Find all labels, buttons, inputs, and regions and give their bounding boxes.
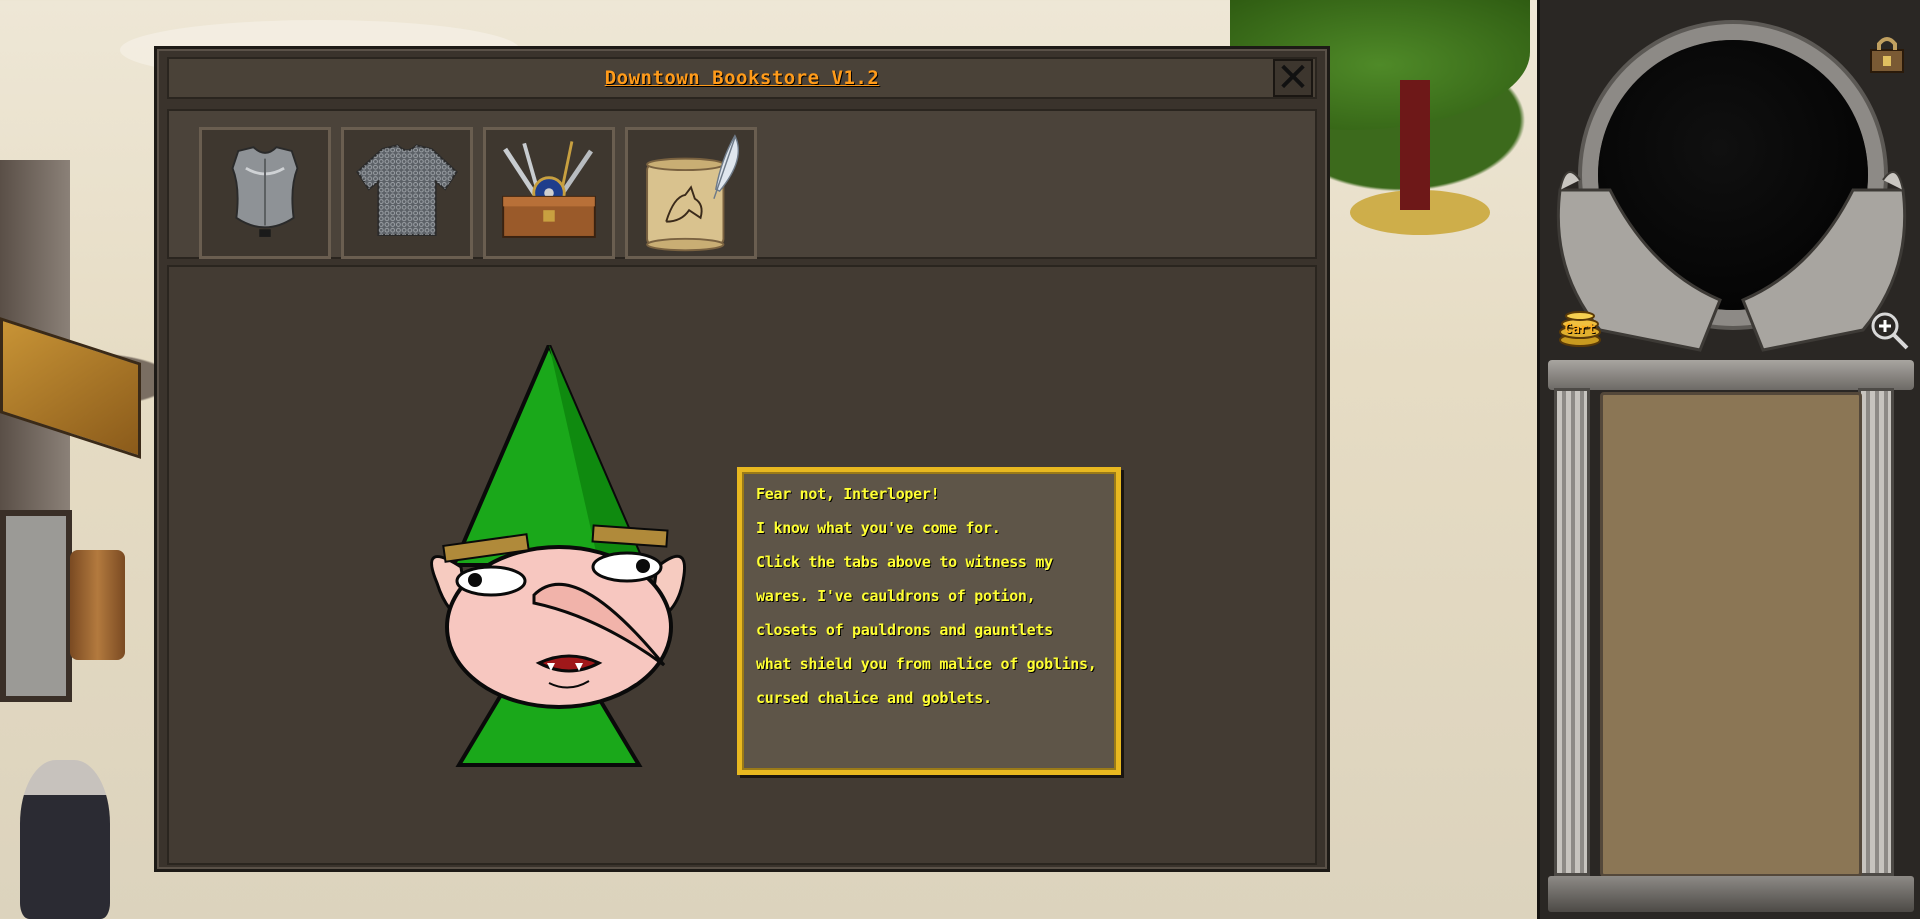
close-button[interactable]: ✕ (1273, 58, 1313, 98)
gnome-shopkeeper-portrait (430, 345, 686, 767)
stone-base (1548, 876, 1914, 912)
shop-window: Downtown Bookstore V1.2 ✕ Fear not, Inte… (154, 46, 1330, 872)
dialogue-line: Fear not, Interloper! (756, 485, 940, 503)
dialogue-line: closets of pauldrons and gauntlets (756, 621, 1053, 639)
tab-chainmail[interactable] (341, 127, 473, 259)
tab-weapons[interactable] (483, 127, 615, 259)
cart-button[interactable]: Cart (1554, 300, 1606, 352)
dialogue-line: I know what you've come for. (756, 519, 1001, 537)
dialogue-line: wares. I've cauldrons of potion, (756, 587, 1036, 605)
shopkeeper-dialogue-box: Fear not, Interloper! I know what you've… (737, 467, 1121, 775)
shop-content-area: Fear not, Interloper! I know what you've… (167, 265, 1317, 865)
house-door (0, 510, 72, 702)
inventory-panel[interactable] (1600, 392, 1862, 877)
lock-icon[interactable] (1867, 34, 1907, 74)
plate-armor-icon (231, 146, 299, 237)
dialogue-line: cursed chalice and goblets. (756, 689, 992, 707)
side-panel: Cart (1537, 0, 1920, 919)
stone-pillar-left (1554, 388, 1590, 876)
scroll-quill-icon (646, 134, 740, 252)
stone-pillar-right (1858, 388, 1894, 876)
tab-armor[interactable] (199, 127, 331, 259)
tree-trunk (1400, 80, 1430, 210)
window-titlebar: Downtown Bookstore V1.2 ✕ (167, 57, 1317, 99)
cart-label: Cart (1564, 322, 1596, 337)
tab-scrolls[interactable] (625, 127, 757, 259)
chainmail-icon (356, 144, 458, 236)
weapons-chest-icon (502, 141, 596, 238)
player-character[interactable] (20, 760, 110, 919)
stone-shelf (1548, 360, 1914, 390)
dialogue-line: what shield you from malice of goblins, (756, 655, 1097, 673)
zoom-in-icon[interactable] (1867, 308, 1911, 352)
barrel-scenery (70, 550, 125, 660)
close-icon: ✕ (1276, 55, 1310, 101)
dialogue-line: Click the tabs above to witness my (756, 553, 1053, 571)
window-title: Downtown Bookstore V1.2 (604, 67, 880, 89)
shop-tab-bar (167, 109, 1317, 259)
